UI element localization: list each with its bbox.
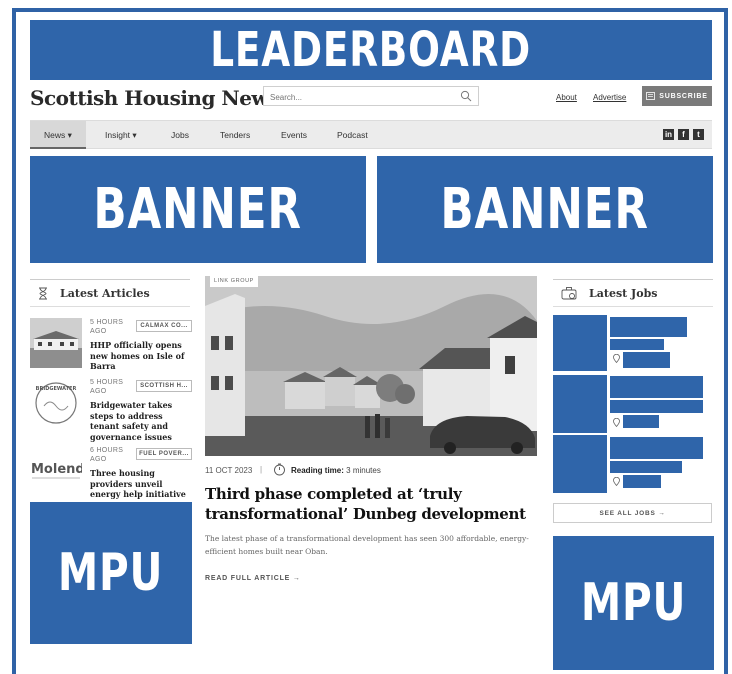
article-date: 11 OCT 2023 — [205, 466, 253, 475]
article-thumbnail — [30, 318, 82, 368]
mpu-ad-right-label: MPU — [580, 573, 687, 633]
location-pin-icon — [613, 477, 620, 486]
article-headline[interactable]: Bridgewater takes steps to address tenan… — [90, 400, 194, 442]
read-full-article-link[interactable]: READ FULL ARTICLE → — [205, 575, 301, 582]
nav-item-tenders[interactable]: Tenders — [220, 121, 250, 149]
banner-ad-left-label: BANNER — [93, 177, 303, 242]
mpu-ad-left-label: MPU — [58, 543, 164, 603]
location-pin-icon — [613, 354, 620, 363]
briefcase-icon — [561, 287, 577, 300]
article-summary: The latest phase of a transformational d… — [205, 534, 529, 556]
article-headline[interactable]: HHP officially opens new homes on Isle o… — [90, 340, 194, 372]
hourglass-icon — [39, 287, 47, 299]
latest-articles-header: Latest Articles — [30, 279, 190, 307]
bridgewater-logo-text: BRIDGEWATER — [36, 386, 77, 392]
search-box[interactable] — [263, 86, 479, 107]
subscribe-label: SUBSCRIBE — [659, 92, 708, 100]
article-headline[interactable]: Three housing providers unveil energy he… — [90, 468, 194, 500]
job-employer-placeholder — [610, 400, 703, 413]
search-icon[interactable] — [460, 90, 472, 102]
banner-ad-right-label: BANNER — [440, 177, 650, 242]
meta-separator: | — [260, 465, 263, 474]
newspaper-icon — [646, 92, 656, 100]
reading-time-label: Reading time: — [291, 466, 344, 475]
job-location-placeholder — [623, 415, 659, 428]
nav-item-jobs[interactable]: Jobs — [171, 121, 189, 149]
twitter-icon[interactable]: t — [693, 129, 704, 140]
facebook-icon[interactable]: f — [678, 129, 689, 140]
article-headline-main[interactable]: Third phase completed at ‘truly transfor… — [205, 484, 535, 524]
job-title-placeholder[interactable] — [610, 376, 703, 398]
latest-articles-title: Latest Articles — [60, 286, 150, 300]
article-tag[interactable]: CALMAX CO... — [136, 320, 192, 332]
leaderboard-ad[interactable]: LEADERBOARD — [30, 20, 712, 80]
hero-image[interactable] — [205, 276, 537, 456]
see-all-jobs-button[interactable]: SEE ALL JOBS → — [553, 503, 712, 523]
banner-ad-left[interactable]: BANNER — [30, 156, 366, 263]
banner-ad-right[interactable]: BANNER — [377, 156, 713, 263]
latest-jobs-header: Latest Jobs — [553, 279, 713, 307]
article-category-tag[interactable]: LINK GROUP — [210, 276, 258, 287]
job-employer-placeholder — [610, 461, 682, 473]
nav-item-events[interactable]: Events — [281, 121, 307, 149]
main-nav: News ▾ Insight ▾ Jobs Tenders Events Pod… — [30, 120, 712, 149]
reading-time-value: 3 minutes — [346, 466, 381, 475]
mpu-ad-left[interactable]: MPU — [30, 502, 192, 644]
job-title-placeholder[interactable] — [610, 437, 703, 459]
nav-item-podcast[interactable]: Podcast — [337, 121, 368, 149]
advertise-link[interactable]: Advertise — [593, 93, 626, 102]
about-link[interactable]: About — [556, 93, 577, 102]
linkedin-icon[interactable]: in — [663, 129, 674, 140]
article-thumbnail: BRIDGEWATER — [30, 378, 82, 428]
job-logo[interactable] — [553, 435, 607, 493]
article-time: 6 HOURS AGO — [90, 447, 124, 463]
article-time: 5 HOURS AGO — [90, 379, 124, 395]
article-time: 5 HOURS AGO — [90, 319, 124, 335]
nav-item-news[interactable]: News ▾ — [30, 121, 86, 149]
job-location-placeholder — [623, 352, 670, 368]
molend-logo-text: Molend — [31, 462, 82, 477]
reading-time: Reading time: 3 minutes — [291, 466, 381, 475]
mpu-ad-right[interactable]: MPU — [553, 536, 714, 670]
article-tag[interactable]: SCOTTISH H... — [136, 380, 192, 392]
job-employer-placeholder — [610, 339, 664, 350]
job-location-placeholder — [623, 475, 661, 488]
latest-jobs-title: Latest Jobs — [589, 286, 658, 300]
nav-item-insight[interactable]: Insight ▾ — [105, 121, 137, 149]
site-logo[interactable]: Scottish Housing News — [30, 86, 279, 110]
job-logo[interactable] — [553, 315, 607, 371]
location-pin-icon — [613, 418, 620, 427]
leaderboard-ad-label: LEADERBOARD — [210, 22, 532, 78]
search-input[interactable] — [264, 88, 444, 107]
subscribe-button[interactable]: SUBSCRIBE — [642, 86, 712, 106]
stopwatch-icon — [274, 463, 285, 476]
job-title-placeholder[interactable] — [610, 317, 687, 337]
job-logo[interactable] — [553, 375, 607, 433]
article-thumbnail: Molend — [30, 446, 82, 496]
article-tag[interactable]: FUEL POVER... — [136, 448, 192, 460]
